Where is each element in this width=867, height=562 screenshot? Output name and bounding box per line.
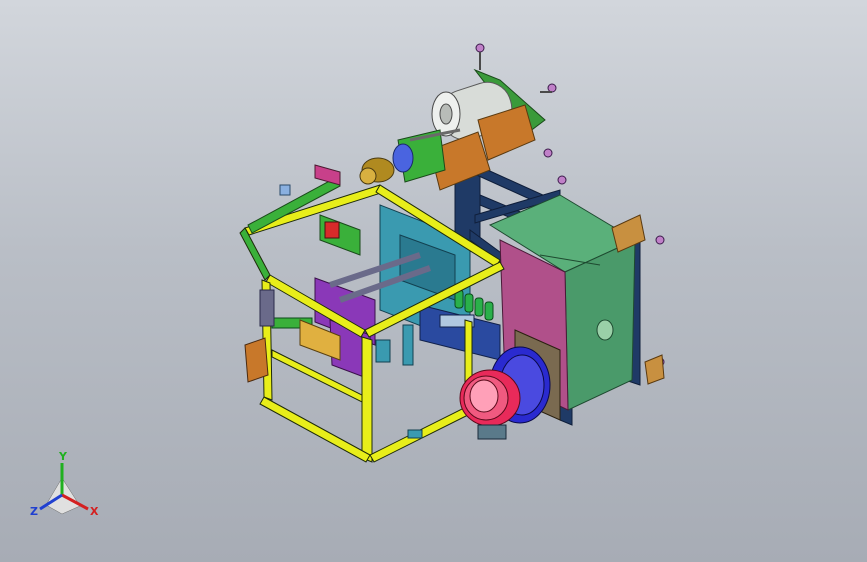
orientation-triad[interactable]: Y X Z [30, 450, 99, 518]
top-motor-assembly[interactable] [359, 68, 546, 191]
cad-viewport[interactable]: Y X Z [0, 0, 867, 562]
z-axis-label: Z [30, 505, 38, 518]
x-axis-label: X [90, 505, 99, 518]
y-axis-label: Y [58, 450, 68, 463]
assembly-3d-model[interactable]: Y X Z [0, 0, 867, 562]
